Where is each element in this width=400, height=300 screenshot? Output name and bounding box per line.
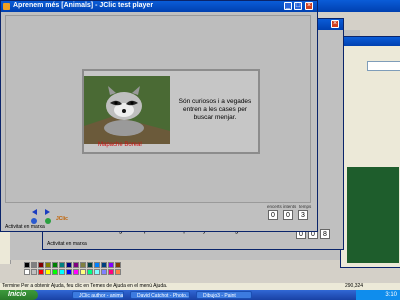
system-tray-clock: 3:10 bbox=[356, 290, 400, 300]
color-swatch[interactable] bbox=[52, 262, 58, 268]
background-window bbox=[340, 36, 400, 268]
status-text: Activitat en marxa bbox=[47, 241, 87, 247]
background-image bbox=[347, 167, 399, 263]
counter-box: 0 bbox=[268, 210, 278, 220]
color-palette bbox=[24, 262, 134, 276]
color-swatch[interactable] bbox=[115, 262, 121, 268]
color-swatch[interactable] bbox=[73, 269, 79, 275]
minimize-icon[interactable]: _ bbox=[284, 2, 292, 10]
color-swatch[interactable] bbox=[66, 262, 72, 268]
counter-label: intents bbox=[283, 204, 297, 209]
previous-arrow-icon[interactable] bbox=[30, 208, 38, 216]
taskbar-item[interactable]: David Catchot - Photo... bbox=[130, 291, 190, 299]
color-swatch[interactable] bbox=[59, 262, 65, 268]
counter-box: 3 bbox=[298, 210, 308, 220]
color-swatch[interactable] bbox=[94, 269, 100, 275]
color-swatch[interactable] bbox=[108, 269, 114, 275]
start-button[interactable]: Inicio bbox=[0, 290, 38, 300]
window-title: Aprenem més [Animals] - JClic test playe… bbox=[13, 2, 154, 9]
color-swatch[interactable] bbox=[24, 269, 30, 275]
jclic-badge: JClic bbox=[56, 216, 68, 222]
color-swatch[interactable] bbox=[87, 262, 93, 268]
color-swatch[interactable] bbox=[24, 262, 30, 268]
color-swatch[interactable] bbox=[45, 269, 51, 275]
jclic-app-icon bbox=[3, 3, 10, 10]
color-swatch[interactable] bbox=[31, 262, 37, 268]
close-icon[interactable]: × bbox=[305, 2, 313, 10]
paint-coordinates: 290,324 bbox=[345, 283, 364, 289]
color-swatch[interactable] bbox=[87, 269, 93, 275]
next-arrow-icon[interactable] bbox=[44, 208, 52, 216]
color-swatch[interactable] bbox=[45, 262, 51, 268]
raccoon-image bbox=[84, 76, 170, 144]
color-swatch[interactable] bbox=[115, 269, 121, 275]
reset-icon[interactable] bbox=[44, 217, 52, 225]
counter-label: encerts bbox=[267, 204, 282, 209]
color-swatch[interactable] bbox=[66, 269, 72, 275]
color-swatch[interactable] bbox=[73, 262, 79, 268]
color-swatch[interactable] bbox=[59, 269, 65, 275]
maximize-icon[interactable]: □ bbox=[294, 2, 302, 10]
window-titlebar[interactable]: Aprenem més [Animals] - JClic test playe… bbox=[1, 1, 317, 12]
counter-label: temps bbox=[299, 204, 312, 209]
color-swatch[interactable] bbox=[108, 262, 114, 268]
color-swatch[interactable] bbox=[94, 262, 100, 268]
paint-status-text: Termine Per a obtenir Ajuda, feu clic en… bbox=[2, 283, 168, 289]
browser-address-field[interactable] bbox=[367, 61, 400, 71]
close-icon[interactable]: × bbox=[331, 20, 339, 28]
color-swatch[interactable] bbox=[80, 262, 86, 268]
color-swatch[interactable] bbox=[101, 269, 107, 275]
image-label: Mapache Boreal bbox=[98, 142, 142, 148]
color-swatch[interactable] bbox=[38, 262, 44, 268]
color-swatch[interactable] bbox=[52, 269, 58, 275]
info-text: Són curiosos i a vegades entren a les ca… bbox=[178, 98, 252, 121]
taskbar-item[interactable]: Dibujo3 - Paint bbox=[196, 291, 252, 299]
taskbar-item[interactable]: JClic author - animals bbox=[72, 291, 124, 299]
counter-box: 8 bbox=[320, 229, 330, 239]
color-swatch[interactable] bbox=[80, 269, 86, 275]
color-swatch[interactable] bbox=[38, 269, 44, 275]
color-swatch[interactable] bbox=[31, 269, 37, 275]
color-swatch[interactable] bbox=[101, 262, 107, 268]
status-text: Activitat en marxa bbox=[5, 224, 45, 230]
counter-box: 0 bbox=[283, 210, 293, 220]
